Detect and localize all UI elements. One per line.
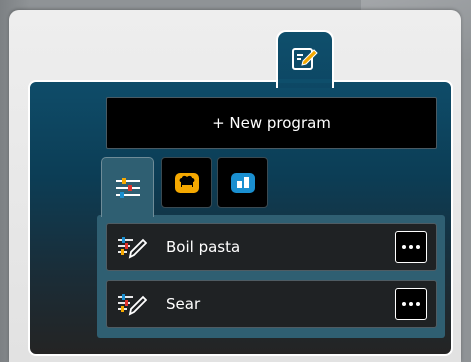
edit-sliders-icon: [118, 294, 147, 316]
program-item-boil-pasta[interactable]: Boil pasta: [106, 223, 437, 271]
edit-sliders-icon: [118, 237, 147, 259]
new-program-label: + New program: [212, 114, 331, 132]
program-label: Boil pasta: [166, 238, 241, 256]
more-options-button[interactable]: [395, 231, 427, 263]
more-options-icon: [402, 302, 420, 306]
more-options-button[interactable]: [395, 288, 427, 320]
chef-hat-icon: [174, 172, 199, 193]
edit-program-icon: [292, 48, 318, 70]
tab-chef[interactable]: [161, 157, 212, 208]
oven-mode-icon: [230, 172, 255, 193]
tab-joiner: [278, 79, 332, 83]
tab-oven-mode[interactable]: [217, 157, 268, 208]
program-label: Sear: [166, 295, 201, 313]
more-options-icon: [402, 245, 420, 249]
sliders-icon: [115, 177, 140, 198]
tab-settings[interactable]: [101, 157, 154, 217]
program-item-sear[interactable]: Sear: [106, 280, 437, 328]
new-program-button[interactable]: + New program: [106, 97, 437, 149]
